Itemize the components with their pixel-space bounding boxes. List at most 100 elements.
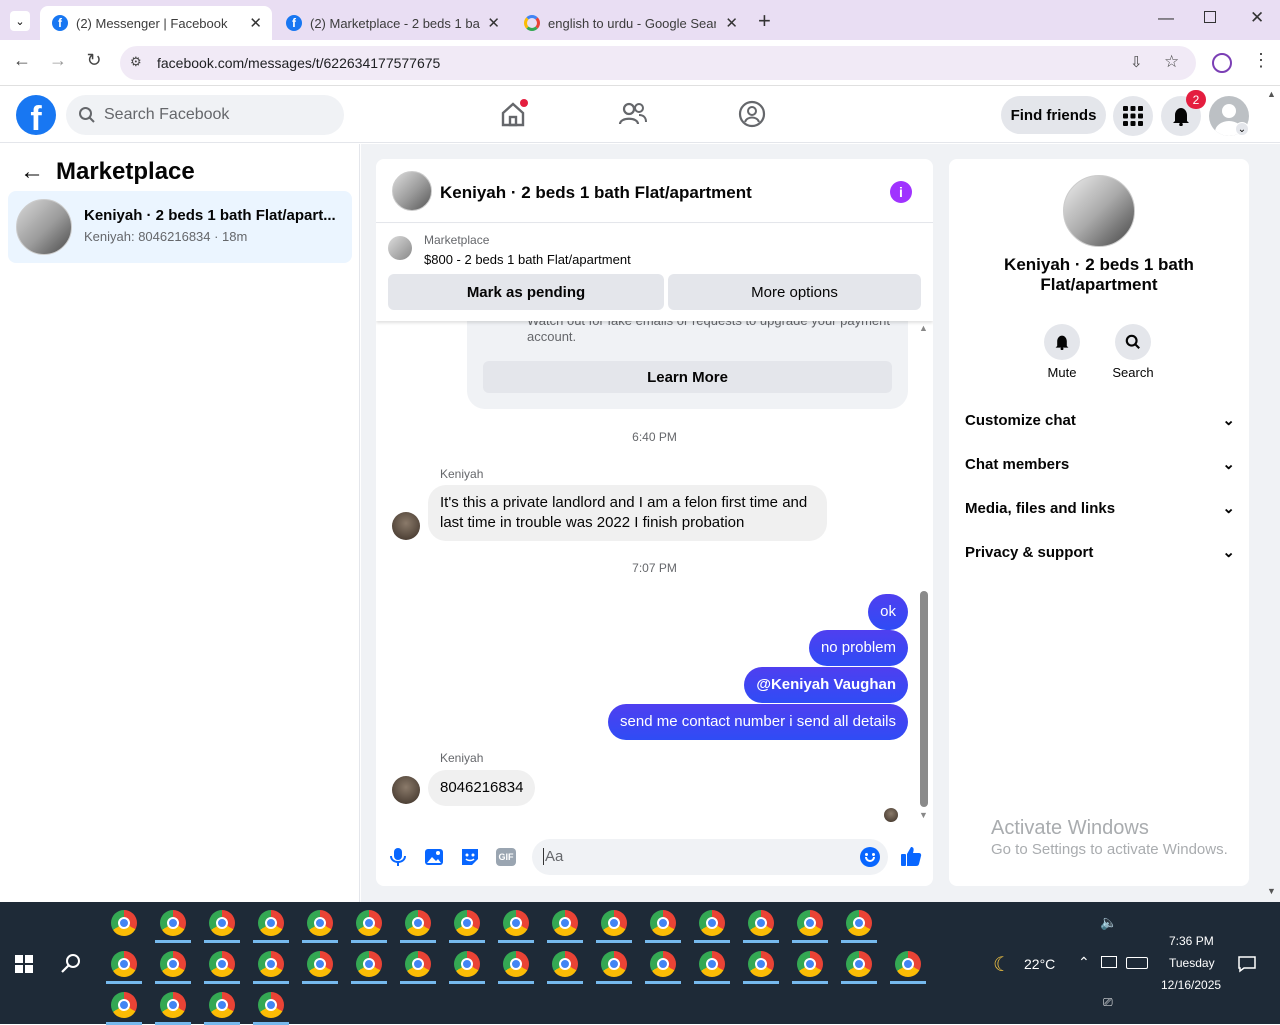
photo-icon[interactable] <box>424 847 444 867</box>
new-tab-icon[interactable]: + <box>758 8 771 34</box>
tab-google[interactable]: english to urdu - Google Search ✕ <box>512 6 748 40</box>
chrome-app-icon[interactable] <box>601 951 627 977</box>
home-icon[interactable] <box>498 99 528 129</box>
search-input[interactable]: Search Facebook <box>66 95 344 135</box>
forward-icon[interactable]: → <box>46 50 70 71</box>
menu-grid-button[interactable] <box>1113 96 1153 136</box>
close-tab-icon[interactable]: ✕ <box>487 14 500 32</box>
reload-icon[interactable]: ↻ <box>82 50 106 71</box>
scroll-down-icon[interactable]: ▼ <box>919 810 928 820</box>
chrome-app-icon[interactable] <box>405 951 431 977</box>
chrome-app-icon[interactable] <box>258 910 284 936</box>
chrome-app-icon[interactable] <box>111 951 137 977</box>
tab-marketplace[interactable]: f (2) Marketplace - 2 beds 1 bath ✕ <box>274 6 510 40</box>
clock-date[interactable]: 12/16/2025 <box>1161 978 1221 992</box>
close-tab-icon[interactable]: ✕ <box>725 14 738 32</box>
page-scroll-down-icon[interactable]: ▼ <box>1267 886 1276 896</box>
close-tab-icon[interactable]: ✕ <box>249 14 262 32</box>
chrome-app-icon[interactable] <box>111 992 137 1018</box>
omnibox[interactable]: ⚙ facebook.com/messages/t/62263417757767… <box>120 46 1196 80</box>
like-icon[interactable] <box>900 845 922 867</box>
chrome-app-icon[interactable] <box>552 951 578 977</box>
meet-now-icon[interactable]: ⎚ <box>1103 995 1113 1010</box>
bookmark-star-icon[interactable]: ☆ <box>1164 52 1179 72</box>
learn-more-button[interactable]: Learn More <box>483 361 892 393</box>
chrome-app-icon[interactable] <box>307 951 333 977</box>
back-arrow-icon[interactable]: ← <box>20 158 44 186</box>
avatar[interactable] <box>392 512 420 540</box>
chrome-app-icon[interactable] <box>797 910 823 936</box>
chrome-app-icon[interactable] <box>846 951 872 977</box>
chrome-app-icon[interactable] <box>356 910 382 936</box>
chrome-app-icon[interactable] <box>209 951 235 977</box>
tab-search-icon[interactable]: ⌄ <box>10 11 30 31</box>
friends-icon[interactable] <box>618 99 648 129</box>
back-icon[interactable]: ← <box>10 50 34 71</box>
site-info-icon[interactable]: ⚙ <box>130 54 142 70</box>
chrome-app-icon[interactable] <box>699 910 725 936</box>
chrome-app-icon[interactable] <box>699 951 725 977</box>
facebook-logo-icon[interactable]: f <box>16 95 56 135</box>
chrome-app-icon[interactable] <box>846 910 872 936</box>
chrome-app-icon[interactable] <box>356 951 382 977</box>
notification-center-icon[interactable] <box>1238 955 1256 973</box>
chrome-app-icon[interactable] <box>748 951 774 977</box>
chrome-app-icon[interactable] <box>503 910 529 936</box>
listing-thumbnail[interactable] <box>1063 175 1135 247</box>
message-outgoing[interactable]: no problem <box>808 630 908 666</box>
sticker-icon[interactable] <box>460 847 480 867</box>
chevron-up-icon[interactable]: ⌃ <box>1078 954 1090 971</box>
install-app-icon[interactable]: ⇩ <box>1130 53 1143 71</box>
weather-moon-icon[interactable]: ☾ <box>993 952 1011 977</box>
more-options-button[interactable]: More options <box>668 274 921 310</box>
restore-icon[interactable] <box>1204 11 1216 23</box>
conversation-item[interactable]: Keniyah · 2 beds 1 bath Flat/apart... Ke… <box>8 191 352 263</box>
chrome-app-icon[interactable] <box>748 910 774 936</box>
chrome-app-icon[interactable] <box>601 910 627 936</box>
keyboard-icon[interactable] <box>1126 957 1148 969</box>
minimize-icon[interactable]: — <box>1158 10 1174 28</box>
listing-thumbnail[interactable] <box>392 171 432 211</box>
avatar[interactable] <box>392 776 420 804</box>
clock-day[interactable]: Tuesday <box>1169 956 1215 970</box>
search-icon[interactable] <box>60 953 82 975</box>
chat-title[interactable]: Keniyah · 2 beds 1 bath Flat/apartment <box>440 183 752 203</box>
chrome-app-icon[interactable] <box>307 910 333 936</box>
chrome-app-icon[interactable] <box>258 951 284 977</box>
chrome-app-icon[interactable] <box>405 910 431 936</box>
chrome-app-icon[interactable] <box>160 910 186 936</box>
media-files-section[interactable]: Media, files and links ⌄ <box>965 496 1235 520</box>
message-incoming[interactable]: It's this a private landlord and I am a … <box>428 485 827 541</box>
menu-dots-icon[interactable]: ⋮ <box>1252 50 1270 71</box>
message-incoming[interactable]: 8046216834 <box>428 770 536 806</box>
info-icon[interactable]: i <box>890 181 912 203</box>
url-text[interactable]: facebook.com/messages/t/622634177577675 <box>157 55 440 71</box>
page-scroll-up-icon[interactable]: ▲ <box>1267 89 1276 99</box>
chrome-app-icon[interactable] <box>552 910 578 936</box>
groups-icon[interactable] <box>737 99 767 129</box>
chrome-app-icon[interactable] <box>209 910 235 936</box>
find-friends-button[interactable]: Find friends <box>1001 96 1106 134</box>
emoji-icon[interactable] <box>860 847 880 867</box>
chrome-app-icon[interactable] <box>209 992 235 1018</box>
windows-start-icon[interactable] <box>15 955 33 973</box>
mute-button[interactable] <box>1044 324 1080 360</box>
chrome-app-icon[interactable] <box>503 951 529 977</box>
chrome-app-icon[interactable] <box>895 951 921 977</box>
scrollbar-thumb[interactable] <box>920 591 928 807</box>
chrome-app-icon[interactable] <box>160 992 186 1018</box>
chrome-app-icon[interactable] <box>258 992 284 1018</box>
clock-time[interactable]: 7:36 PM <box>1169 934 1214 948</box>
tab-messenger[interactable]: f (2) Messenger | Facebook ✕ <box>40 6 272 40</box>
listing-title[interactable]: $800 - 2 beds 1 bath Flat/apartment <box>424 252 631 267</box>
customize-chat-section[interactable]: Customize chat ⌄ <box>965 408 1235 432</box>
chrome-app-icon[interactable] <box>650 910 676 936</box>
privacy-support-section[interactable]: Privacy & support ⌄ <box>965 540 1235 564</box>
chrome-app-icon[interactable] <box>160 951 186 977</box>
network-icon[interactable] <box>1101 956 1117 968</box>
search-in-chat-button[interactable] <box>1115 324 1151 360</box>
volume-icon[interactable]: 🔈 <box>1100 914 1117 931</box>
paint-app-icon[interactable] <box>111 910 137 936</box>
message-outgoing[interactable]: send me contact number i send all detail… <box>608 704 908 740</box>
message-input[interactable]: Aa <box>532 839 888 875</box>
